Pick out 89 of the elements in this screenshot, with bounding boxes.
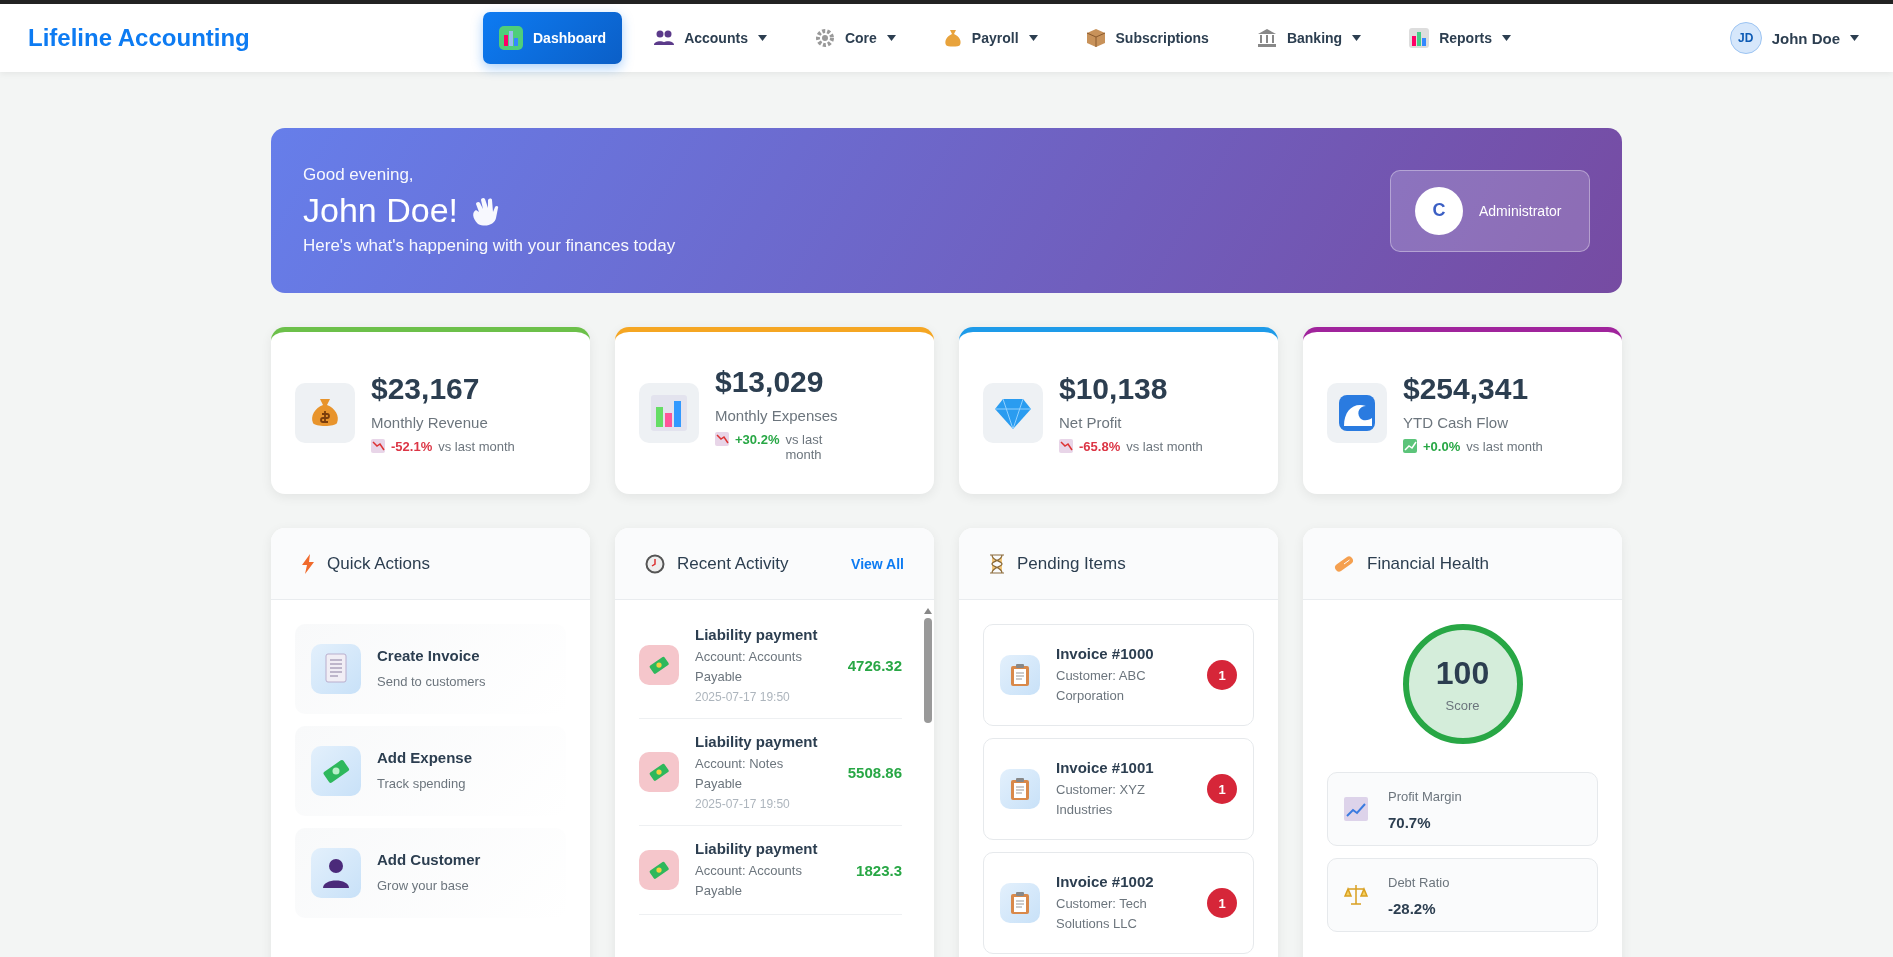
activity-date: 2025-07-17 19:50 [695, 797, 791, 811]
clock-icon [645, 553, 665, 574]
pending-item[interactable]: Invoice #1002 Customer: Tech Solutions LLC 1 [983, 852, 1254, 954]
stat-value: $13,029 [715, 364, 825, 399]
change-caption: vs last month [1466, 439, 1543, 454]
scrollbar-thumb[interactable] [924, 618, 932, 723]
count-badge: 1 [1207, 888, 1237, 918]
avatar: JD [1729, 22, 1762, 54]
pending-title: Invoice #1002 [1056, 873, 1155, 890]
activity-amount: 5508.86 [847, 763, 902, 781]
stat-label: YTD Cash Flow [1403, 414, 1510, 431]
pending-customer: Customer: Tech Solutions LLC [1056, 895, 1148, 933]
people-icon [654, 30, 675, 46]
hourglass-icon [989, 553, 1005, 574]
receipt-icon [311, 644, 361, 694]
activity-title: Liability payment [695, 733, 819, 750]
user-name: John Doe! [303, 191, 458, 230]
person-icon [311, 848, 361, 898]
bank-icon [1256, 28, 1277, 48]
nav-item[interactable]: Subscriptions [1069, 12, 1225, 64]
pending-customer: Customer: ABC Corporation [1056, 667, 1147, 705]
money-bag-icon [943, 28, 962, 48]
clipboard-icon [1010, 891, 1030, 915]
nav-item[interactable]: Accounts [638, 12, 783, 64]
metric-value: 70.7% [1388, 814, 1432, 832]
clipboard-icon [1010, 777, 1030, 801]
change-caption: vs last month [438, 439, 515, 454]
pending-item[interactable]: Invoice #1001 Customer: XYZ Industries 1 [983, 738, 1254, 840]
scroll-up-arrow-icon[interactable] [924, 608, 932, 614]
stat-value: $254,341 [1403, 372, 1530, 406]
role-avatar: C [1415, 186, 1463, 235]
activity-amount: 1823.3 [856, 861, 902, 879]
change-percent: -65.8% [1079, 439, 1121, 454]
change-percent: +0.0% [1423, 439, 1461, 454]
metric-value: -28.2% [1388, 900, 1437, 918]
stat-label: Monthly Revenue [371, 414, 489, 431]
money-bag-icon [295, 383, 355, 443]
count-badge: 1 [1207, 660, 1237, 690]
brand-logo[interactable]: Lifeline Accounting [28, 24, 483, 52]
nav-item[interactable]: Payroll [927, 12, 1054, 64]
pending-item[interactable]: Invoice #1000 Customer: ABC Corporation 1 [983, 624, 1254, 726]
nav-item[interactable]: Banking [1240, 12, 1378, 64]
cash-icon [311, 746, 361, 796]
gear-icon [814, 28, 835, 48]
activity-amount: 4726.32 [847, 656, 902, 674]
panel-title: Recent Activity [677, 553, 790, 574]
user-menu[interactable]: JD John Doe [1723, 21, 1865, 55]
view-all-link[interactable]: View All [851, 555, 904, 572]
activity-account: Account: Accounts Payable [695, 862, 803, 900]
count-badge: 1 [1207, 774, 1237, 804]
score-value: 100 [1435, 655, 1490, 692]
change-caption: vs last month [1126, 439, 1203, 454]
metric-label: Profit Margin [1388, 787, 1463, 806]
lightning-icon [301, 553, 315, 574]
stat-label: Net Profit [1059, 414, 1123, 431]
chart-icon [1409, 28, 1430, 48]
activity-title: Liability payment [695, 626, 819, 643]
nav-item[interactable]: Core [798, 12, 912, 64]
banner-subtitle: Here's what's happening with your finances today [303, 236, 676, 256]
change-percent: +30.2% [735, 431, 780, 447]
greeting: Good evening, [303, 165, 415, 185]
panel-title: Quick Actions [327, 553, 431, 574]
stat-label: Monthly Expenses [715, 406, 838, 424]
stat-value: $23,167 [371, 372, 481, 406]
clipboard-icon [1010, 663, 1030, 687]
change-percent: -52.1% [391, 439, 433, 454]
line-chart-icon [1344, 797, 1368, 821]
pending-title: Invoice #1001 [1056, 759, 1155, 776]
change-caption: vs last month [785, 431, 824, 462]
scales-icon [1344, 883, 1368, 907]
caret-icon [1850, 35, 1859, 41]
bar-chart-icon [639, 383, 699, 443]
pending-customer: Customer: XYZ Industries [1056, 781, 1146, 819]
role-label: Administrator [1479, 202, 1562, 219]
stat-value: $10,138 [1059, 372, 1169, 406]
nav-item[interactable]: Dashboard [483, 12, 623, 64]
pending-title: Invoice #1000 [1056, 645, 1155, 662]
activity-title: Liability payment [695, 840, 819, 857]
score-label: Score [1445, 698, 1480, 713]
chart-icon [499, 26, 523, 50]
wave-icon [1327, 383, 1387, 443]
nav-item[interactable]: Reports [1393, 12, 1528, 64]
metric-label: Debt Ratio [1388, 873, 1451, 892]
activity-date: 2025-07-17 19:50 [695, 690, 791, 704]
package-icon [1085, 28, 1106, 48]
panel-title: Pending Items [1017, 553, 1127, 574]
activity-account: Account: Notes Payable [695, 755, 785, 793]
panel-title: Financial Health [1367, 553, 1490, 574]
activity-account: Account: Accounts Payable [695, 648, 803, 686]
